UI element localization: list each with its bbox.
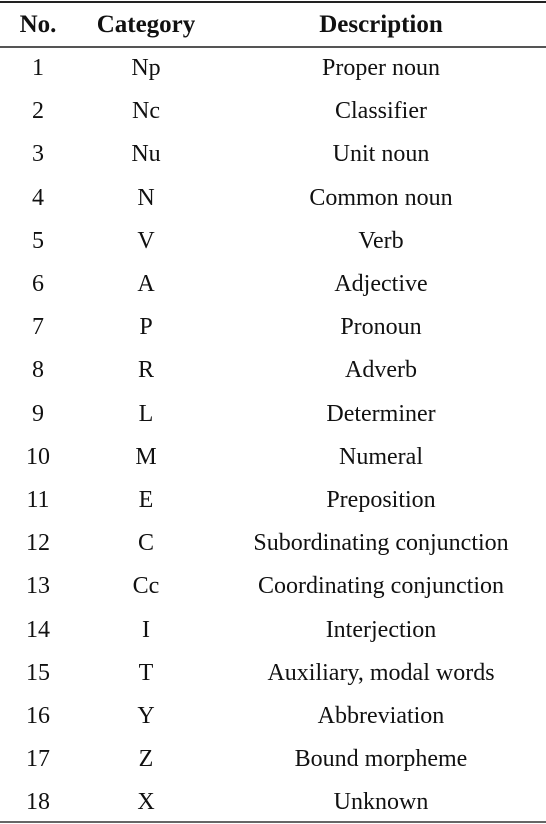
cell-description: Preposition — [326, 486, 436, 513]
cell-description: Coordinating conjunction — [258, 573, 504, 600]
header-category: Category — [96, 10, 196, 38]
cell-category: C — [137, 530, 154, 557]
cell-description: Determiner — [326, 400, 436, 427]
table-row: 9 L Determiner — [0, 393, 546, 436]
table-row: 10 M Numeral — [0, 436, 546, 479]
cell-no: 18 — [26, 789, 50, 816]
cell-category: Np — [131, 55, 161, 82]
cell-no: 2 — [32, 98, 44, 125]
table-row: 18 X Unknown — [0, 781, 546, 824]
cell-description: Adverb — [345, 357, 417, 384]
table-row: 4 N Common noun — [0, 177, 546, 220]
header-description: Description — [319, 10, 443, 38]
cell-no: 12 — [26, 530, 50, 557]
table-row: 7 P Pronoun — [0, 306, 546, 349]
cell-no: 6 — [32, 271, 44, 298]
cell-category: A — [137, 271, 155, 298]
cell-description: Verb — [358, 227, 404, 254]
cell-description: Subordinating conjunction — [253, 530, 509, 557]
cell-category: X — [137, 789, 155, 816]
cell-category: V — [137, 227, 155, 254]
cell-no: 9 — [32, 400, 44, 427]
cell-description: Unit noun — [332, 141, 430, 168]
cell-no: 14 — [26, 616, 50, 643]
cell-category: L — [138, 400, 154, 427]
cell-no: 16 — [26, 702, 50, 729]
cell-no: 10 — [26, 443, 50, 470]
cell-category: Z — [138, 746, 154, 773]
table-row: 6 A Adjective — [0, 263, 546, 306]
pos-tag-table: No. Category Description 1 Np Proper noun 2… — [0, 3, 546, 824]
cell-no: 5 — [32, 227, 44, 254]
cell-category: T — [138, 659, 154, 686]
table-body: 1 Np Proper noun 2 Nc Classifier 3 Nu Unit noun 4… — [0, 46, 546, 824]
table-row: 1 Np Proper noun — [0, 46, 546, 90]
cell-no: 15 — [26, 659, 50, 686]
header-no: No. — [19, 10, 57, 38]
cell-description: Proper noun — [322, 55, 440, 82]
cell-no: 17 — [26, 746, 50, 773]
cell-description: Unknown — [333, 789, 429, 816]
cell-no: 11 — [26, 486, 50, 513]
cell-category: M — [135, 443, 157, 470]
header-row: No. Category Description — [0, 3, 546, 46]
pos-tag-table-container: No. Category Description 1 Np Proper noun 2… — [0, 0, 546, 824]
table-row: 5 V Verb — [0, 220, 546, 263]
cell-description: Adjective — [334, 271, 428, 298]
cell-description: Classifier — [335, 98, 427, 125]
table-row: 14 I Interjection — [0, 608, 546, 651]
cell-category: Nc — [132, 98, 160, 125]
cell-description: Bound morpheme — [294, 746, 468, 773]
cell-category: P — [139, 314, 153, 341]
cell-category: Y — [137, 702, 155, 729]
cell-category: Cc — [132, 573, 160, 600]
cell-category: R — [137, 357, 154, 384]
cell-description: Common noun — [309, 184, 453, 211]
cell-description: Pronoun — [340, 314, 422, 341]
cell-no: 13 — [26, 573, 50, 600]
cell-no: 7 — [32, 314, 44, 341]
table-row: 11 E Preposition — [0, 479, 546, 522]
cell-category: E — [138, 486, 154, 513]
cell-category: N — [137, 184, 155, 211]
cell-category: Nu — [131, 141, 161, 168]
table-row: 8 R Adverb — [0, 349, 546, 392]
table-row: 15 T Auxiliary, modal words — [0, 652, 546, 695]
table-row: 12 C Subordinating conjunction — [0, 522, 546, 565]
cell-no: 4 — [32, 184, 44, 211]
table-row: 17 Z Bound morpheme — [0, 738, 546, 781]
cell-no: 1 — [32, 55, 44, 82]
cell-description: Abbreviation — [317, 702, 445, 729]
cell-no: 8 — [32, 357, 44, 384]
table-row: 2 Nc Classifier — [0, 90, 546, 133]
table-row: 3 Nu Unit noun — [0, 133, 546, 176]
cell-description: Auxiliary, modal words — [267, 659, 495, 686]
cell-no: 3 — [32, 141, 44, 168]
cell-category: I — [142, 616, 150, 643]
table-row: 13 Cc Coordinating conjunction — [0, 565, 546, 608]
cell-description: Interjection — [325, 616, 437, 643]
table-row: 16 Y Abbreviation — [0, 695, 546, 738]
cell-description: Numeral — [339, 443, 423, 470]
